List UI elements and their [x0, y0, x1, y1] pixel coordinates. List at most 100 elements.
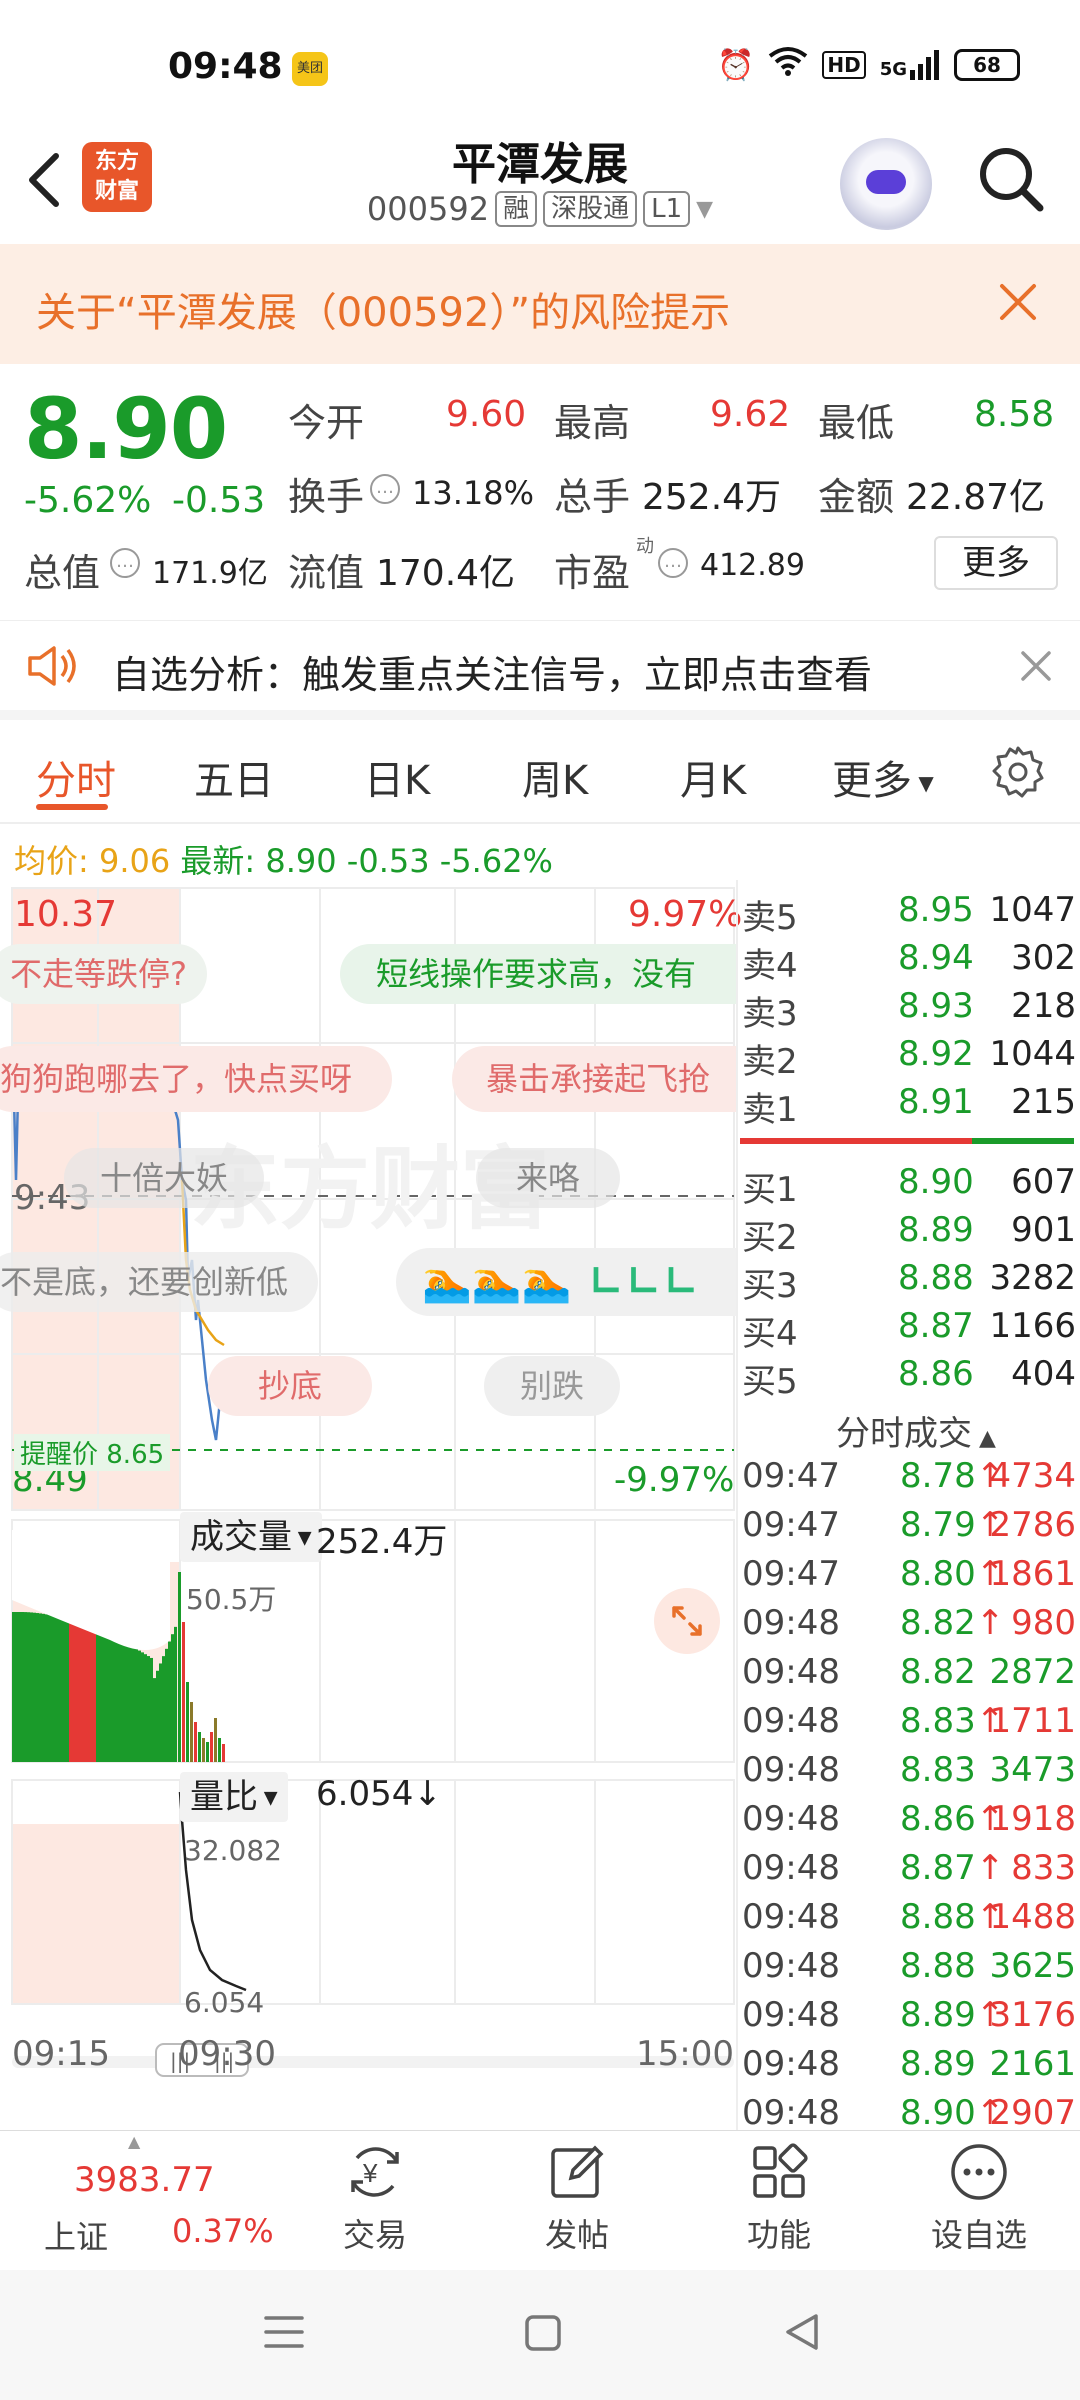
expand-chart-button[interactable] [654, 1588, 720, 1654]
bid-price: 8.90 [898, 1162, 974, 1202]
volume-bar [141, 1652, 144, 1762]
comment-bubble[interactable]: 别跌 [484, 1356, 621, 1416]
index-value[interactable]: 3983.77 [74, 2160, 215, 2200]
trade-row: 09:48 8.82 ↑ 980 [742, 1603, 1076, 1649]
bid-level-5[interactable]: 买5 8.86 404 [742, 1354, 1076, 1402]
trade-button[interactable]: ¥ 交易 [330, 2140, 420, 2256]
svg-text:¥: ¥ [362, 2158, 378, 2188]
volume-bar [150, 1657, 153, 1762]
tab-intraday[interactable]: 分时 [36, 748, 116, 806]
open-label: 今开 [288, 401, 365, 445]
tab-five-day[interactable]: 五日 [194, 748, 274, 806]
volume-bar [218, 1738, 221, 1762]
volume-bar [214, 1718, 217, 1762]
bid-label: 买1 [742, 1170, 798, 1210]
trades-header[interactable]: 分时成交 ▲ [836, 1406, 996, 1455]
trade-row: 09:48 8.88 ↑ 1488 [742, 1897, 1076, 1943]
search-icon[interactable] [976, 144, 1046, 214]
trade-time: 09:47 [742, 1456, 840, 1496]
volume-bar [132, 1647, 135, 1762]
gear-icon[interactable] [990, 744, 1046, 800]
dropdown-triangle-icon: ▼ [258, 1787, 278, 1809]
trade-quantity: 3625 [989, 1946, 1076, 1986]
trade-price: 8.80 [900, 1554, 976, 1594]
trade-price: 8.83 [900, 1750, 976, 1790]
volume-bar [72, 1620, 75, 1762]
comment-bubble[interactable]: 狗狗跑哪去了，快点买呀 [0, 1046, 393, 1112]
volume-bar [87, 1625, 90, 1762]
comment-bubble[interactable]: 来咯 [476, 1148, 621, 1208]
home-square-icon[interactable] [524, 2314, 562, 2352]
alarm-icon: ⏰ [716, 47, 755, 83]
margin-tag: 融 [495, 191, 538, 227]
comment-bubble[interactable]: 不走等跌停? [0, 944, 207, 1004]
close-icon[interactable] [1020, 650, 1052, 682]
post-button[interactable]: 发帖 [532, 2140, 622, 2256]
add-watchlist-button[interactable]: 设自选 [924, 2140, 1034, 2256]
emoji-bubble[interactable]: 🏊🏊🏊 ∟∟∟ [396, 1248, 736, 1316]
volume-selector[interactable]: 成交量 ▼ [180, 1512, 322, 1562]
index-percent[interactable]: 0.37% [172, 2212, 274, 2250]
avg-label: 均价: [14, 842, 89, 880]
comment-bubble[interactable]: 抄底 [208, 1356, 373, 1416]
trade-row: 09:47 8.78 ↑ 4734 [742, 1456, 1076, 1502]
pe-superscript: 动 [636, 536, 654, 557]
tab-weekly-k[interactable]: 周K [522, 748, 588, 806]
bid-level-3[interactable]: 买3 8.88 3282 [742, 1258, 1076, 1306]
ask-level-2[interactable]: 卖4 8.94 302 [742, 938, 1076, 986]
trade-quantity: 833 [1011, 1848, 1076, 1888]
trade-row: 09:48 8.89 ↑ 3176 [742, 1995, 1076, 2041]
risk-banner-text[interactable]: 关于“平潭发展（000592）”的风险提示 [36, 280, 730, 338]
ask-level-3[interactable]: 卖3 8.93 218 [742, 986, 1076, 1034]
volume-bar [222, 1744, 225, 1762]
trade-time: 09:48 [742, 1995, 840, 2035]
bid-level-4[interactable]: 买4 8.87 1166 [742, 1306, 1076, 1354]
market-cap-value: 171.9亿 [152, 556, 268, 591]
tab-daily-k[interactable]: 日K [364, 748, 430, 806]
volume-bar [42, 1613, 45, 1762]
bid-level-1[interactable]: 买1 8.90 607 [742, 1162, 1076, 1210]
more-button[interactable]: 更多 [934, 536, 1058, 590]
close-icon[interactable] [996, 280, 1040, 324]
stock-code: 000592 [366, 190, 490, 228]
volume-bar [78, 1622, 81, 1762]
trade-row: 09:48 8.83 3473 [742, 1750, 1076, 1796]
ratio-selector[interactable]: 量比 ▼ [180, 1772, 288, 1822]
volume-bar [66, 1619, 69, 1762]
index-name[interactable]: 上证 [44, 2212, 108, 2258]
comment-bubble[interactable]: 不是底，还要创新低 [0, 1252, 319, 1312]
volume-bar [171, 1634, 174, 1762]
tab-more[interactable]: 更多 ▼ [832, 748, 934, 806]
ask-level-4[interactable]: 卖2 8.92 1044 [742, 1034, 1076, 1082]
info-icon[interactable]: … [658, 548, 688, 578]
comment-bubble[interactable]: 十倍大妖 [64, 1148, 265, 1208]
bid-price: 8.87 [898, 1306, 974, 1346]
connect-tag: 深股通 [543, 191, 638, 227]
robot-eyes [866, 170, 906, 194]
tab-monthly-k[interactable]: 月K [680, 748, 746, 806]
bid-level-2[interactable]: 买2 8.89 901 [742, 1210, 1076, 1258]
high-value: 9.62 [710, 394, 791, 435]
ask-level-5[interactable]: 卖1 8.91 215 [742, 1082, 1076, 1130]
ask-quantity: 1044 [989, 1034, 1076, 1074]
menu-icon[interactable] [262, 2312, 306, 2352]
trade-quantity: 1711 [989, 1701, 1076, 1741]
turnover-value: 13.18% [412, 474, 535, 512]
ratio-axis-min: 6.054 [184, 1986, 265, 2019]
trade-row: 09:48 8.89 2161 [742, 2044, 1076, 2090]
trade-row: 09:47 8.80 ↑ 1861 [742, 1554, 1076, 1600]
latest-change: -0.53 [346, 842, 430, 880]
alert-price-label[interactable]: 提醒价 8.65 [14, 1434, 171, 1471]
comment-bubble[interactable]: 暴击承接起飞抢 [452, 1046, 736, 1112]
ask-level-1[interactable]: 卖5 8.95 1047 [742, 890, 1076, 938]
function-button[interactable]: 功能 [734, 2140, 824, 2256]
avg-value: 9.06 [98, 842, 171, 880]
info-icon[interactable]: … [110, 548, 140, 578]
volume-bar [51, 1615, 54, 1762]
back-triangle-icon[interactable] [782, 2312, 822, 2352]
volume-bar [36, 1613, 39, 1762]
high-label: 最高 [554, 401, 631, 445]
comment-bubble[interactable]: 短线操作要求高，没有 [340, 944, 736, 1004]
info-icon[interactable]: … [370, 474, 400, 504]
analysis-notice-text[interactable]: 自选分析：触发重点关注信号，立即点击查看 [112, 644, 872, 699]
